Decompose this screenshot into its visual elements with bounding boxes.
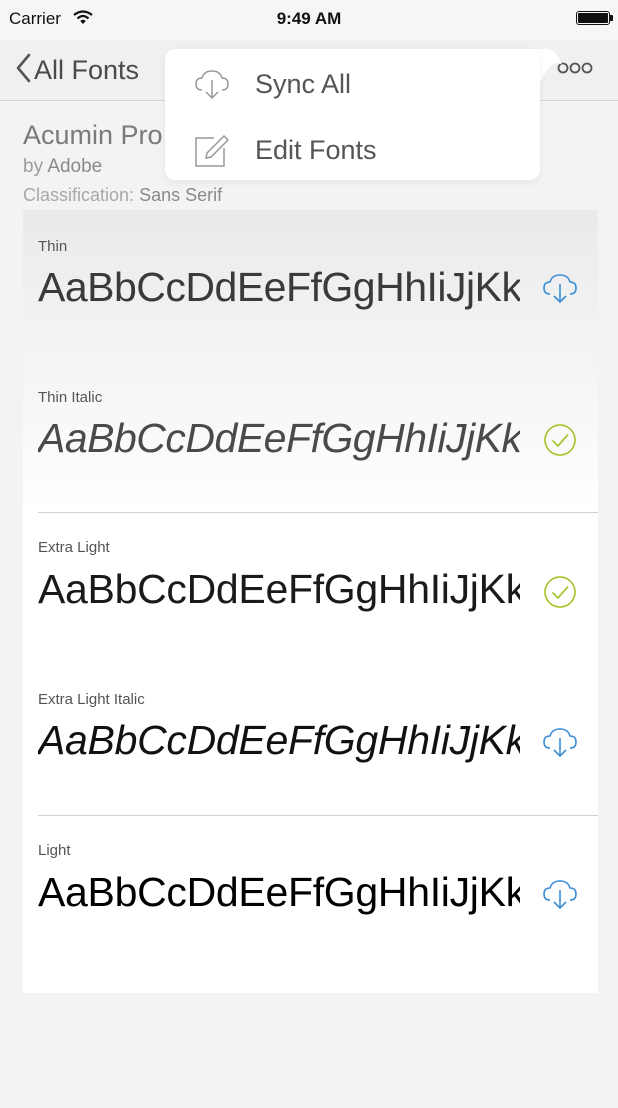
font-style-label: Extra Light [38,539,110,556]
font-style-row[interactable]: Thin Italic AaBbCcDdEeFfGgHhIiJjKk [23,361,598,511]
foundry-prefix: by [23,156,44,177]
menu-item-label: Sync All [255,68,352,99]
back-button[interactable]: All Fonts [14,48,139,92]
font-style-row[interactable]: Extra Light Italic AaBbCcDdEeFfGgHhIiJjK… [23,664,598,814]
checkmark-circle-icon [540,572,580,612]
classification-label: Classification: [23,185,135,205]
chevron-left-icon [14,52,32,89]
back-button-label: All Fonts [34,54,140,85]
font-style-sample: AaBbCcDdEeFfGgHhIiJjKk [38,566,520,612]
font-foundry: by Adobe [23,156,102,178]
clock: 9:49 AM [276,9,342,28]
edit-icon [192,130,232,170]
font-style-label: Extra Light Italic [38,691,145,708]
font-style-label: Thin Italic [38,389,103,406]
font-style-row[interactable]: Light AaBbCcDdEeFfGgHhIiJjKk [23,816,598,966]
font-style-sample: AaBbCcDdEeFfGgHhIiJjKk [38,717,520,763]
font-style-sample: AaBbCcDdEeFfGgHhIiJjKk [38,415,520,461]
font-style-sample: AaBbCcDdEeFfGgHhIiJjKk [38,869,520,915]
font-style-row[interactable]: Thin AaBbCcDdEeFfGgHhIiJjKk [23,210,598,360]
actions-popover-menu: Sync All Edit Fonts [165,49,540,180]
foundry-name: Adobe [47,156,103,177]
font-classification: Classification: Sans Serif [23,185,222,206]
battery-tip [610,15,613,21]
more-icon[interactable] [556,58,596,78]
cloud-download-icon[interactable] [540,722,580,762]
classification-value: Sans Serif [139,185,223,205]
cloud-download-icon[interactable] [540,874,580,914]
menu-item-edit-fonts[interactable]: Edit Fonts [165,118,540,182]
font-style-row[interactable]: Extra Light AaBbCcDdEeFfGgHhIiJjKk [23,513,598,663]
menu-item-sync-all[interactable]: Sync All [165,52,540,116]
font-style-label: Thin [38,238,68,255]
font-family-name: Acumin Pro [23,120,163,150]
battery-icon [576,11,610,25]
font-styles-list: Thin AaBbCcDdEeFfGgHhIiJjKk Thin Italic … [23,210,598,993]
font-style-sample: AaBbCcDdEeFfGgHhIiJjKk [38,264,520,310]
status-bar: Carrier 9:49 AM [0,0,618,40]
menu-item-label: Edit Fonts [255,134,377,165]
cloud-download-icon [192,64,232,104]
font-style-label: Light [38,842,71,859]
checkmark-circle-icon [540,420,580,460]
cloud-download-icon[interactable] [540,268,580,308]
